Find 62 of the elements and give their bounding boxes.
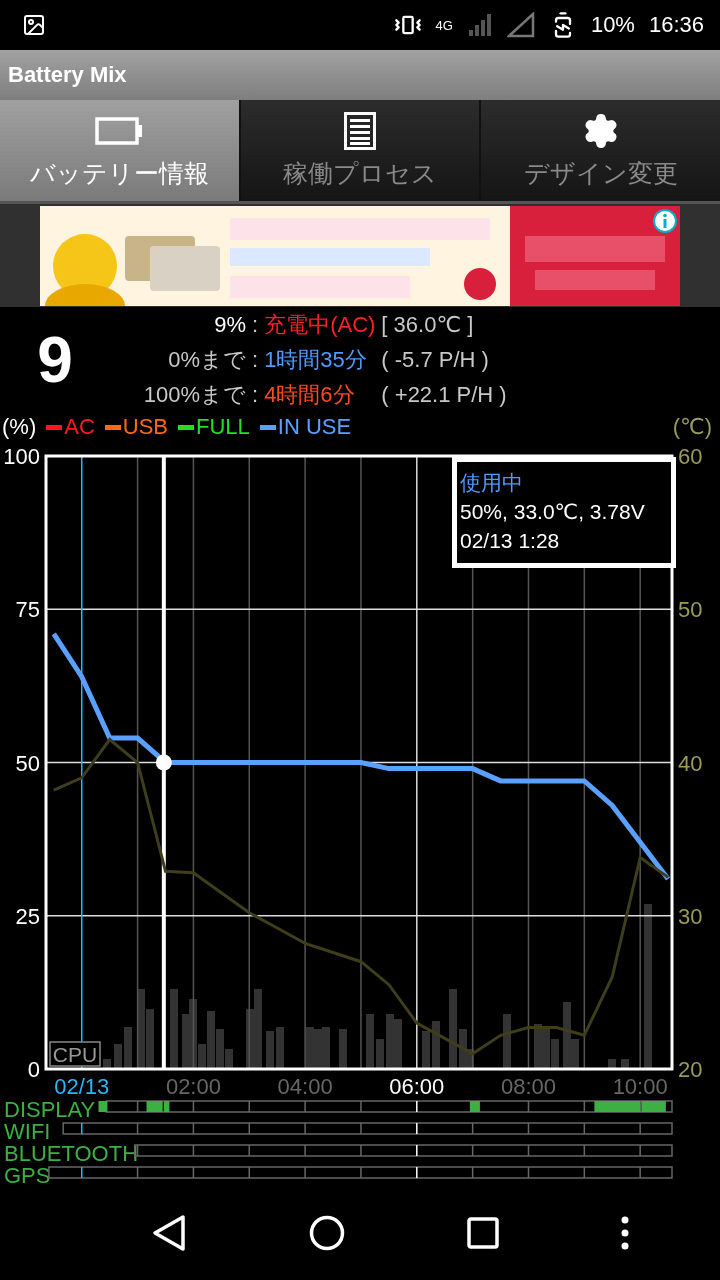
lane-label: DISPLAY <box>4 1097 96 1122</box>
separator-text: : <box>252 381 259 408</box>
summary-value: 1時間35分 <box>264 345 368 374</box>
battery-percentage: 10% <box>590 12 635 38</box>
summary-detail: ( +22.1 P/H ) <box>381 381 508 408</box>
activity-segment <box>98 1101 108 1112</box>
summary-label: 100%まで <box>143 380 246 409</box>
legend-label: AC <box>64 414 95 440</box>
x-tick-label: 02:00 <box>165 1074 221 1097</box>
y-tick-label: 50 <box>15 750 40 776</box>
cpu-label: CPU <box>49 1041 101 1067</box>
legend-label: FULL <box>196 414 250 440</box>
x-tick-label: 06:00 <box>389 1074 445 1097</box>
tooltip-text: 02/13 1:28 <box>460 528 561 554</box>
lane-label: WIFI <box>4 1119 51 1144</box>
tab[interactable]: バッテリー情報 <box>0 100 239 201</box>
battery-icon <box>95 117 144 145</box>
back-icon[interactable] <box>151 1214 187 1252</box>
tab[interactable]: 稼働プロセス <box>240 100 480 201</box>
app-title: Battery Mix <box>8 62 127 88</box>
tooltip-text: 50%, 33.0℃, 3.78V <box>460 499 646 525</box>
network-type: 4G <box>435 18 453 32</box>
lane-label: GPS <box>4 1163 51 1187</box>
y-tick-label: 20 <box>678 1057 703 1082</box>
x-tick-label: 10:00 <box>612 1074 668 1097</box>
selected-point[interactable] <box>155 754 172 771</box>
signal-icon <box>466 12 493 38</box>
separator-text: : <box>252 311 259 338</box>
y-tick-label: 60 <box>678 444 703 469</box>
separator-text: : <box>252 346 259 373</box>
summary-label: 0%まで <box>168 345 246 374</box>
recents-icon[interactable] <box>467 1217 499 1249</box>
x-tick-label: 08:00 <box>500 1074 556 1097</box>
y-tick-label: 0 <box>27 1057 40 1082</box>
axis-label: (℃) <box>672 414 712 440</box>
clock-time: 16:36 <box>648 12 704 38</box>
home-icon[interactable] <box>309 1215 345 1251</box>
legend-label: USB <box>122 414 169 440</box>
y-tick-label: 75 <box>15 597 40 623</box>
axis-label: (%) <box>2 414 37 440</box>
lane-label: BLUETOOTH <box>4 1141 139 1166</box>
summary-detail: [ 36.0℃ ] <box>381 311 475 338</box>
legend-label: IN USE <box>277 414 352 440</box>
y-tick-label: 30 <box>678 903 703 929</box>
y-tick-label: 100 <box>3 444 40 469</box>
y-tick-label: 25 <box>15 903 40 929</box>
signal-icon <box>506 12 535 38</box>
image-icon <box>22 13 46 37</box>
summary-detail: ( -5.7 P/H ) <box>381 346 490 373</box>
battery-level-digit: 9 <box>37 322 73 397</box>
list-icon <box>344 112 376 150</box>
y-tick-label: 40 <box>678 750 703 776</box>
tooltip-title: 使用中 <box>460 470 524 496</box>
activity-segment <box>469 1101 480 1112</box>
y-tick-label: 50 <box>678 597 703 623</box>
summary-label: 9% <box>214 311 246 338</box>
x-tick-label: 02/13 <box>54 1074 110 1097</box>
x-tick-label: 04:00 <box>277 1074 333 1097</box>
more-icon[interactable] <box>621 1216 629 1250</box>
summary-value: 4時間6分 <box>264 380 356 409</box>
summary-value: 充電中(AC) <box>264 310 376 339</box>
tab[interactable]: デザイン変更 <box>481 100 720 201</box>
